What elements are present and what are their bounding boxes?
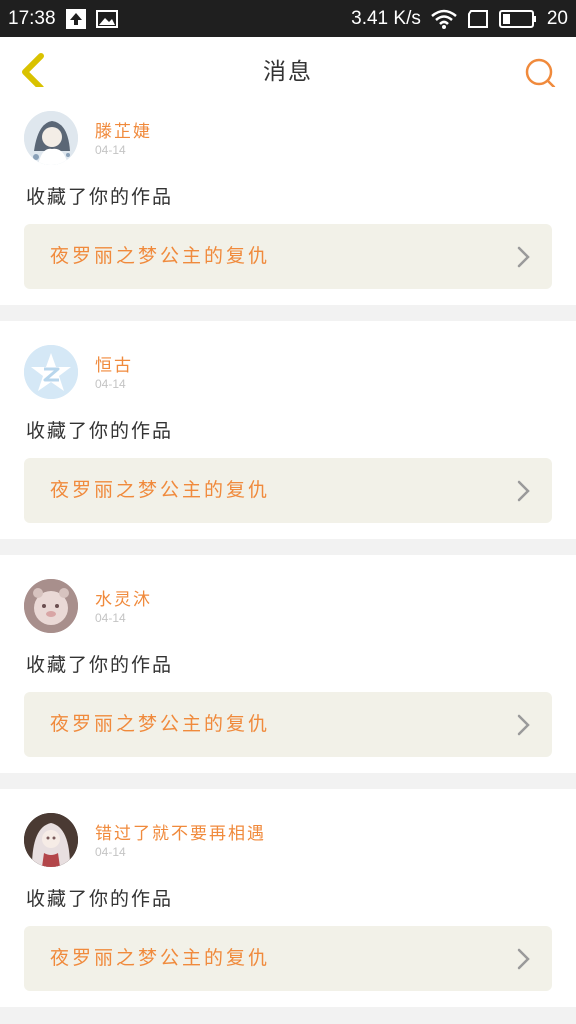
message-date: 04-14	[95, 377, 126, 391]
username[interactable]: 恒古	[95, 351, 133, 376]
username[interactable]: 错过了就不要再相遇	[95, 819, 266, 844]
work-link[interactable]: 夜罗丽之梦公主的复仇	[24, 224, 552, 289]
chevron-right-icon	[517, 948, 530, 970]
avatar[interactable]	[24, 813, 78, 867]
action-text: 收藏了你的作品	[26, 888, 174, 910]
chevron-right-icon	[517, 246, 530, 268]
work-title: 夜罗丽之梦公主的复仇	[50, 947, 271, 969]
message-card: 滕芷婕 04-14 收藏了你的作品 夜罗丽之梦公主的复仇	[0, 87, 576, 305]
plush-toy-avatar-icon	[24, 579, 78, 633]
username[interactable]: 水灵沐	[95, 585, 152, 610]
image-icon	[95, 9, 118, 28]
message-card: 水灵沐 04-14 收藏了你的作品 夜罗丽之梦公主的复仇	[0, 555, 576, 773]
avatar[interactable]	[24, 111, 78, 165]
message-card: 错过了就不要再相遇 04-14 收藏了你的作品 夜罗丽之梦公主的复仇	[0, 789, 576, 1007]
work-link[interactable]: 夜罗丽之梦公主的复仇	[24, 458, 552, 523]
avatar[interactable]	[24, 345, 78, 399]
username[interactable]: 滕芷婕	[95, 117, 152, 142]
battery-level: 20	[546, 7, 568, 29]
message-date: 04-14	[95, 845, 126, 859]
sim-icon	[467, 9, 489, 28]
anime-girl-avatar-icon	[24, 111, 78, 165]
action-text: 收藏了你的作品	[26, 186, 174, 208]
battery-icon	[498, 9, 537, 29]
action-text: 收藏了你的作品	[26, 420, 174, 442]
message-card: 恒古 04-14 收藏了你的作品 夜罗丽之梦公主的复仇	[0, 321, 576, 539]
qzone-logo-avatar-icon	[24, 345, 78, 399]
work-link[interactable]: 夜罗丽之梦公主的复仇	[24, 926, 552, 991]
upload-icon	[65, 8, 86, 29]
work-link[interactable]: 夜罗丽之梦公主的复仇	[24, 692, 552, 757]
status-time: 17:38	[8, 7, 56, 29]
wifi-icon	[431, 9, 457, 29]
work-title: 夜罗丽之梦公主的复仇	[50, 245, 271, 267]
work-title: 夜罗丽之梦公主的复仇	[50, 713, 271, 735]
action-text: 收藏了你的作品	[26, 654, 174, 676]
anime-girl-avatar-icon	[24, 813, 78, 867]
work-title: 夜罗丽之梦公主的复仇	[50, 479, 271, 501]
status-bar: 17:38 3.41 K/s 20	[0, 0, 576, 37]
chevron-right-icon	[517, 480, 530, 502]
network-speed: 3.41 K/s	[351, 7, 421, 29]
message-date: 04-14	[95, 143, 126, 157]
avatar[interactable]	[24, 579, 78, 633]
search-icon	[525, 58, 556, 89]
message-date: 04-14	[95, 611, 126, 625]
chevron-right-icon	[517, 714, 530, 736]
